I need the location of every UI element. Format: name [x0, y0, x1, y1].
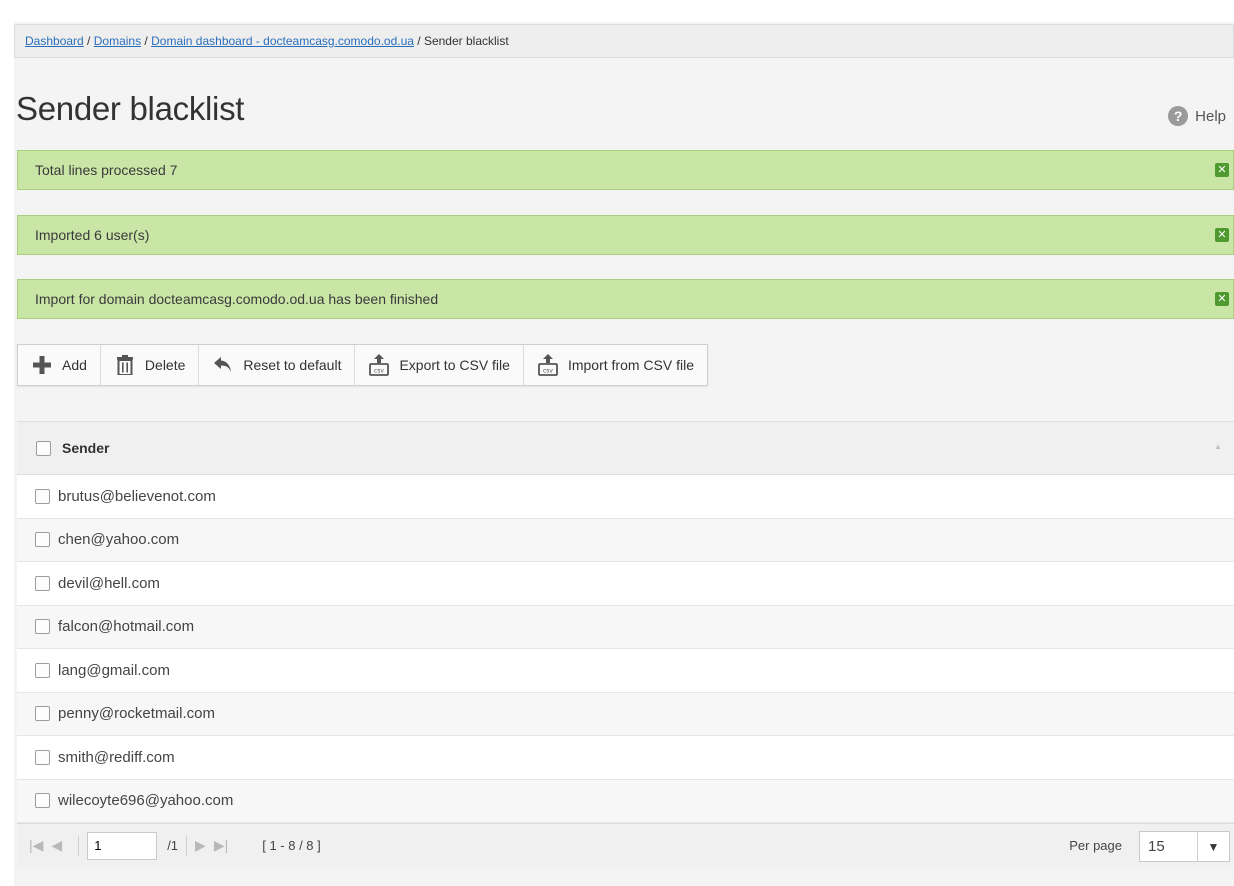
- export-csv-button[interactable]: csv Export to CSV file: [355, 345, 524, 385]
- page-title: Sender blacklist: [16, 90, 245, 127]
- table-row[interactable]: chen@yahoo.com: [17, 518, 1234, 562]
- table-row[interactable]: devil@hell.com: [17, 562, 1234, 606]
- pager-divider: [78, 835, 80, 856]
- per-page-select[interactable]: 15 ▼: [1139, 831, 1230, 862]
- breadcrumb-separator: /: [413, 34, 424, 48]
- toolbar: Add Delete Reset to default csv Export t…: [17, 344, 708, 386]
- alert-close-icon[interactable]: ✕: [1215, 163, 1229, 177]
- next-page-icon[interactable]: ▶: [195, 837, 206, 854]
- breadcrumb-separator: /: [83, 34, 94, 48]
- add-button-label: Add: [62, 357, 87, 373]
- svg-text:csv: csv: [374, 368, 384, 375]
- alert-import-finished: Import for domain docteamcasg.comodo.od.…: [17, 279, 1234, 319]
- delete-button-label: Delete: [144, 357, 186, 373]
- sort-arrow-icon[interactable]: ▲: [1214, 442, 1222, 451]
- export-button-label: Export to CSV file: [399, 357, 510, 373]
- select-all-checkbox[interactable]: [36, 440, 51, 456]
- delete-button[interactable]: Delete: [101, 345, 200, 385]
- alert-message: Imported 6 user(s): [35, 227, 150, 243]
- import-csv-button[interactable]: csv Import from CSV file: [524, 345, 707, 385]
- table-row[interactable]: penny@rocketmail.com: [17, 692, 1234, 736]
- row-checkbox[interactable]: [35, 706, 50, 722]
- alert-message: Import for domain docteamcasg.comodo.od.…: [35, 291, 439, 307]
- undo-arrow-icon: [212, 354, 234, 376]
- table-header: Sender ▲: [17, 421, 1234, 475]
- breadcrumb: Dashboard / Domains / Domain dashboard -…: [14, 24, 1234, 58]
- alert-close-icon[interactable]: ✕: [1215, 228, 1229, 242]
- sender-email: falcon@hotmail.com: [58, 618, 195, 636]
- sender-list: brutus@believenot.com chen@yahoo.com dev…: [17, 475, 1234, 823]
- alert-imported-users: Imported 6 user(s) ✕: [17, 215, 1234, 255]
- breadcrumb-current: Sender blacklist: [423, 34, 509, 48]
- sender-email: devil@hell.com: [58, 574, 160, 592]
- help-link[interactable]: ? Help: [1168, 104, 1226, 128]
- breadcrumb-separator: /: [141, 34, 152, 48]
- export-csv-icon: csv: [368, 354, 390, 376]
- table-row[interactable]: lang@gmail.com: [17, 649, 1234, 693]
- svg-text:csv: csv: [543, 368, 553, 375]
- record-range: [ 1 - 8 / 8 ]: [262, 838, 321, 853]
- sender-email: penny@rocketmail.com: [58, 705, 215, 723]
- table-row[interactable]: brutus@believenot.com: [17, 475, 1234, 519]
- sender-email: chen@yahoo.com: [58, 531, 180, 549]
- row-checkbox[interactable]: [35, 749, 50, 765]
- breadcrumb-dashboard-link[interactable]: Dashboard: [25, 34, 84, 48]
- table-row[interactable]: falcon@hotmail.com: [17, 605, 1234, 649]
- alert-message: Total lines processed 7: [35, 162, 178, 178]
- add-button[interactable]: Add: [18, 345, 101, 385]
- help-label: Help: [1195, 107, 1226, 125]
- row-checkbox[interactable]: [35, 488, 50, 504]
- plus-icon: [31, 354, 53, 376]
- first-page-icon[interactable]: |◀: [29, 837, 43, 854]
- pager-divider: [186, 835, 188, 856]
- trash-icon: [114, 354, 136, 376]
- help-icon: ?: [1168, 106, 1189, 126]
- sender-email: smith@rediff.com: [58, 748, 175, 766]
- import-csv-icon: csv: [537, 354, 559, 376]
- per-page-value: 15: [1148, 838, 1165, 855]
- row-checkbox[interactable]: [35, 619, 50, 635]
- sender-blacklist-page: Dashboard / Domains / Domain dashboard -…: [14, 22, 1234, 886]
- prev-page-icon[interactable]: ◀: [51, 837, 62, 854]
- chevron-down-icon: ▼: [1197, 832, 1229, 861]
- row-checkbox[interactable]: [35, 793, 50, 809]
- row-checkbox[interactable]: [35, 662, 50, 678]
- import-button-label: Import from CSV file: [567, 357, 694, 373]
- sender-email: lang@gmail.com: [58, 661, 170, 679]
- reset-button-label: Reset to default: [243, 357, 342, 373]
- sender-email: wilecoyte696@yahoo.com: [58, 792, 234, 810]
- pagination-bar: |◀ ◀ /1 ▶ ▶| [ 1 - 8 / 8 ] Per page 15 ▼: [17, 823, 1234, 867]
- breadcrumb-domain-dashboard-link[interactable]: Domain dashboard - docteamcasg.comodo.od…: [151, 34, 414, 48]
- last-page-icon[interactable]: ▶|: [214, 837, 228, 854]
- total-pages: /1: [167, 838, 179, 853]
- reset-to-default-button[interactable]: Reset to default: [199, 345, 356, 385]
- sender-column-header[interactable]: Sender: [62, 440, 109, 456]
- per-page-label: Per page: [1069, 838, 1122, 853]
- row-checkbox[interactable]: [35, 575, 50, 591]
- alert-total-lines: Total lines processed 7 ✕: [17, 150, 1234, 190]
- page-number-input[interactable]: [87, 831, 158, 860]
- sender-email: brutus@believenot.com: [58, 487, 216, 505]
- breadcrumb-domains-link[interactable]: Domains: [94, 34, 141, 48]
- alert-close-icon[interactable]: ✕: [1215, 292, 1229, 306]
- table-row[interactable]: smith@rediff.com: [17, 736, 1234, 780]
- row-checkbox[interactable]: [35, 532, 50, 548]
- table-row[interactable]: wilecoyte696@yahoo.com: [17, 779, 1234, 823]
